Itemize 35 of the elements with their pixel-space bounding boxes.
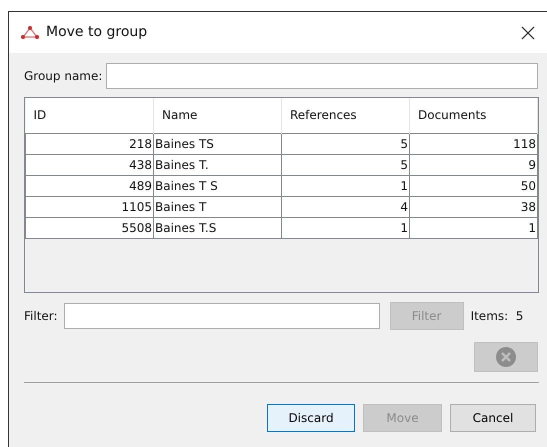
table-cell: 5: [282, 154, 410, 175]
table-cell: 5: [282, 133, 410, 154]
column-header[interactable]: Name: [154, 98, 282, 133]
dialog-button[interactable]: Cancel: [450, 404, 536, 432]
table-cell: 1: [282, 175, 410, 196]
table-cell: 1: [410, 217, 538, 238]
table-cell: Baines T: [154, 196, 282, 217]
table-cell: 1: [282, 217, 410, 238]
table-cell: Baines TS: [154, 133, 282, 154]
table-cell: Baines T S: [154, 175, 282, 196]
table-cell: 118: [410, 133, 538, 154]
filter-field[interactable]: [64, 303, 380, 329]
clear-icon: [495, 346, 517, 368]
table-cell: 1105: [26, 196, 154, 217]
dialog-button[interactable]: Discard: [267, 404, 355, 432]
triangle-network-icon: [20, 24, 40, 40]
column-header[interactable]: ID: [26, 98, 154, 133]
field-label: Filter:: [24, 308, 58, 325]
table-cell: 38: [410, 196, 538, 217]
column-header[interactable]: References: [282, 98, 410, 133]
table-cell: 50: [410, 175, 538, 196]
table-cell: 5508: [26, 217, 154, 238]
table-cell: 489: [26, 175, 154, 196]
column-header[interactable]: Documents: [410, 98, 538, 133]
close-button[interactable]: [519, 24, 537, 42]
window-title: Move to group: [46, 23, 148, 42]
table-cell: 438: [26, 154, 154, 175]
table-cell: 218: [26, 133, 154, 154]
table-cell: 4: [282, 196, 410, 217]
field-label: Group name:: [24, 68, 102, 85]
group-name-field[interactable]: [106, 63, 538, 89]
table-cell: Baines T.: [154, 154, 282, 175]
items-count: Items: 5: [470, 308, 524, 325]
table-cell: 9: [410, 154, 538, 175]
table-cell: Baines T.S: [154, 217, 282, 238]
